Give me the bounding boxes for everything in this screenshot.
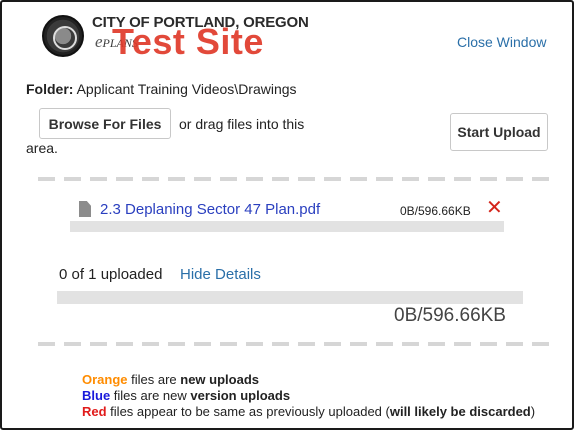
divider-bottom xyxy=(38,342,550,346)
browse-files-button[interactable]: Browse For Files xyxy=(39,108,171,139)
overall-size: 0B/596.66KB xyxy=(394,305,506,326)
legend-blue-mid: files are new xyxy=(110,388,191,403)
legend-blue: Blue files are new version uploads xyxy=(82,388,290,403)
legend-orange: Orange files are new uploads xyxy=(82,372,259,387)
legend-red: Red files appear to be same as previousl… xyxy=(82,404,535,419)
start-upload-button[interactable]: Start Upload xyxy=(450,113,548,151)
divider-top xyxy=(38,177,550,181)
legend-red-word: Red xyxy=(82,404,107,419)
file-progress-bar xyxy=(70,221,504,232)
city-seal-icon xyxy=(42,15,84,57)
legend-blue-bold: version uploads xyxy=(190,388,291,403)
folder-label: Folder: xyxy=(26,81,74,97)
folder-path: Folder: Applicant Training Videos\Drawin… xyxy=(26,81,297,97)
file-progress-text: 0B/596.66KB xyxy=(400,204,471,218)
file-icon xyxy=(79,201,91,217)
close-window-link[interactable]: Close Window xyxy=(457,34,546,50)
drag-drop-hint-area: area. xyxy=(26,140,58,156)
upload-count: 0 of 1 uploaded xyxy=(59,266,163,283)
legend-orange-mid: files are xyxy=(127,372,181,387)
eplans-e: e xyxy=(95,32,103,51)
folder-value: Applicant Training Videos\Drawings xyxy=(76,81,297,97)
legend-red-end: ) xyxy=(530,404,536,419)
legend-blue-word: Blue xyxy=(82,388,111,403)
file-name[interactable]: 2.3 Deplaning Sector 47 Plan.pdf xyxy=(100,201,320,218)
drag-drop-hint: or drag files into this xyxy=(179,116,305,132)
legend-orange-word: Orange xyxy=(82,372,128,387)
upload-window: CITY OF PORTLAND, OREGON ePLANS Test Sit… xyxy=(0,0,574,430)
remove-file-icon[interactable]: ✕ xyxy=(486,198,503,218)
legend-red-mid: files appear to be same as previously up… xyxy=(106,404,390,419)
test-site-watermark: Test Site xyxy=(112,21,264,62)
overall-progress-bar xyxy=(57,291,523,304)
legend-orange-bold: new uploads xyxy=(180,372,259,387)
legend-red-bold: will likely be discarded xyxy=(389,404,531,419)
hide-details-link[interactable]: Hide Details xyxy=(180,266,261,283)
